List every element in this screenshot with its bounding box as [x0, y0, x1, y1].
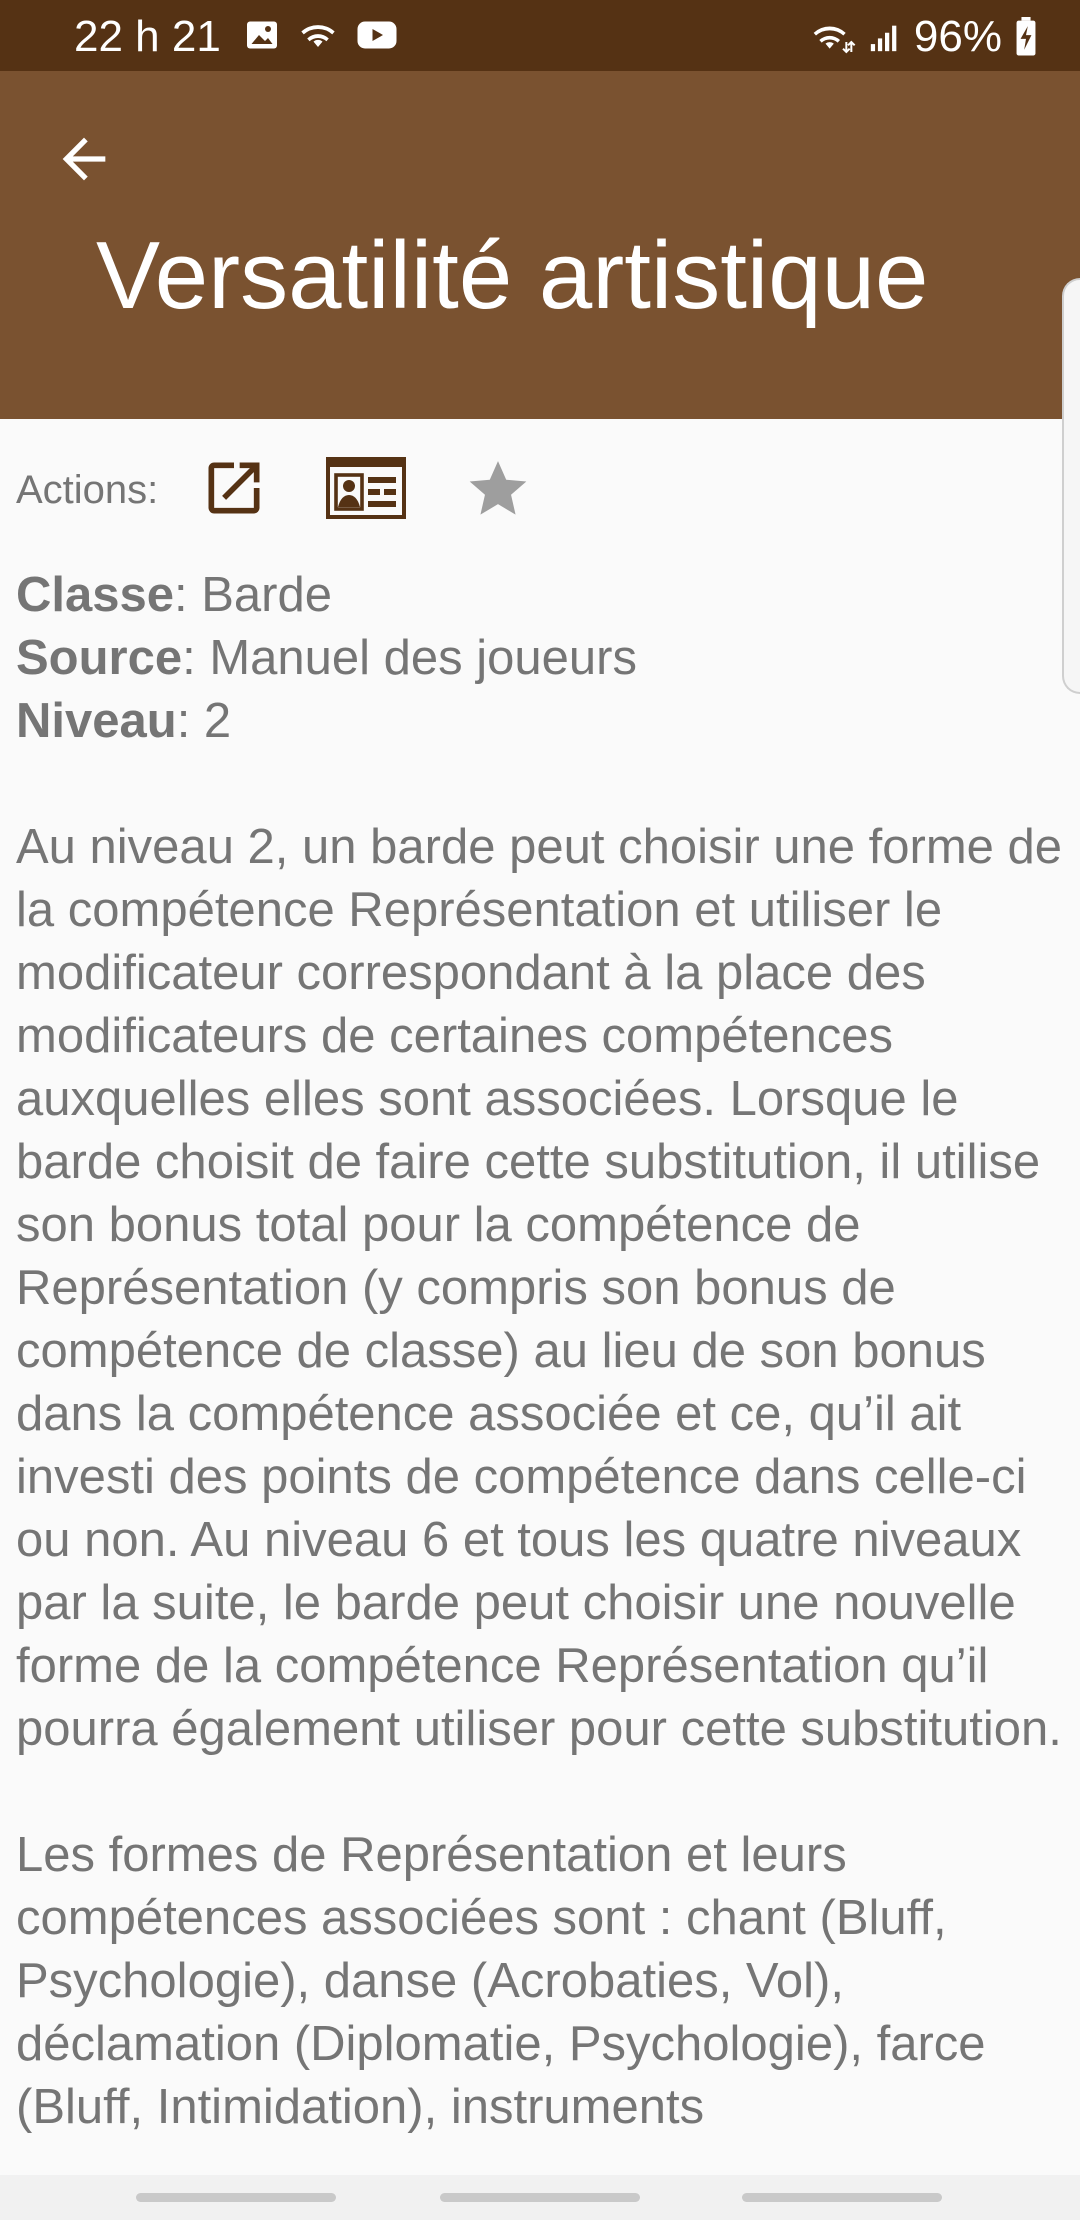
app-bar: Versatilité artistique [0, 71, 1080, 419]
character-card-button[interactable] [326, 456, 407, 524]
description-paragraph-2: Les formes de Représentation et leurs co… [16, 1828, 986, 2134]
actions-label: Actions: [16, 467, 159, 512]
status-time: 22 h 21 [74, 12, 221, 61]
class-row: Classe: Barde [16, 564, 1066, 627]
nav-back-handle[interactable] [742, 2193, 942, 2202]
favorite-button[interactable] [464, 454, 532, 527]
battery-percent: 96% [913, 12, 1002, 61]
source-value: : Manuel des joueurs [182, 631, 638, 685]
arrow-back-icon[interactable] [52, 127, 116, 191]
description-paragraph-1: Au niveau 2, un barde peut choisir une f… [16, 820, 1063, 1756]
level-label: Niveau [16, 694, 177, 748]
nav-home-handle[interactable] [440, 2193, 640, 2202]
source-label: Source [16, 631, 183, 685]
wifi-icon [301, 25, 335, 47]
page-title: Versatilité artistique [96, 222, 929, 329]
level-row: Niveau: 2 [16, 690, 1066, 753]
image-icon [247, 21, 277, 49]
source-row: Source: Manuel des joueurs [16, 627, 1066, 690]
wifi-calling-icon [813, 26, 856, 54]
character-card-icon [326, 456, 407, 519]
class-label: Classe [16, 568, 175, 622]
gesture-nav-bar [0, 2175, 1080, 2220]
signal-icon [870, 25, 897, 52]
metadata-block: Classe: Barde Source: Manuel des joueurs… [16, 564, 1066, 753]
class-value: : Barde [174, 568, 332, 622]
open-external-button[interactable] [200, 454, 268, 527]
star-icon [469, 460, 527, 515]
open-external-icon [208, 462, 260, 513]
status-bar: 22 h 21 96% [0, 0, 1080, 71]
level-value: : 2 [176, 694, 232, 748]
youtube-icon [357, 21, 397, 49]
detail-content: Actions: Classe: Barde Source: Manuel de… [16, 420, 1066, 2139]
battery-charging-icon [1016, 17, 1036, 56]
actions-row: Actions: [16, 420, 1066, 560]
nav-recent-handle[interactable] [136, 2193, 336, 2202]
